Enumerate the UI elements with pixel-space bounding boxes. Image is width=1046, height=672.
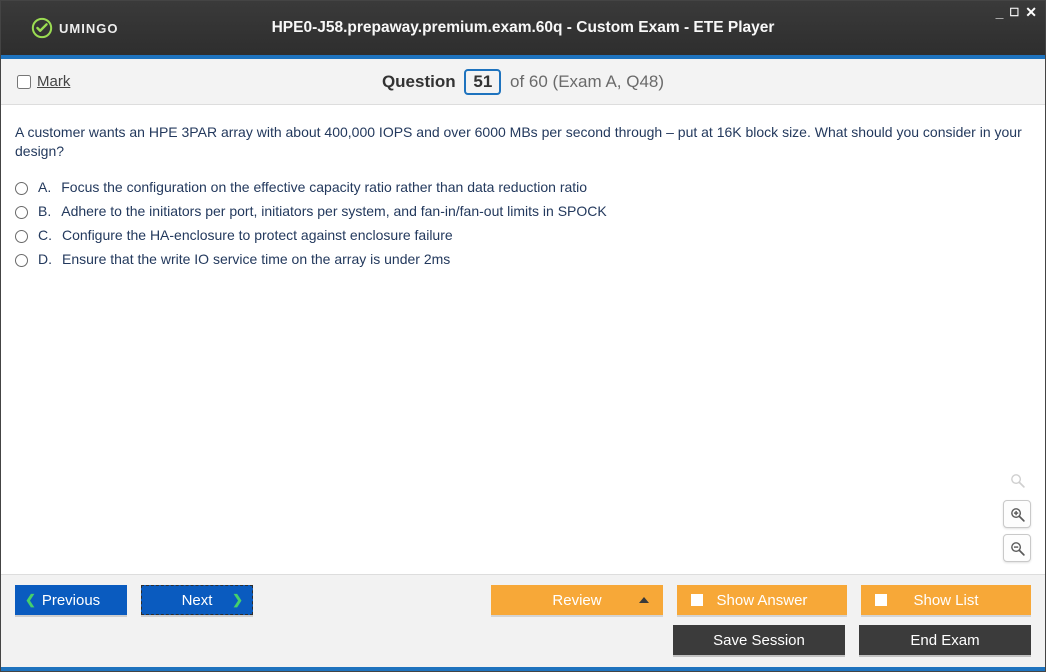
show-list-label: Show List (913, 592, 978, 609)
app-window: UMINGO HPE0-J58.prepaway.premium.exam.60… (0, 0, 1046, 672)
window-title: HPE0-J58.prepaway.premium.exam.60q - Cus… (1, 19, 1045, 37)
maximize-icon[interactable]: ☐ (1009, 6, 1019, 20)
window-controls: _ ☐ ✕ (996, 5, 1037, 19)
question-total: of 60 (Exam A, Q48) (510, 72, 664, 91)
radio-icon[interactable] (15, 206, 28, 219)
title-bar: UMINGO HPE0-J58.prepaway.premium.exam.60… (1, 1, 1045, 55)
previous-label: Previous (42, 592, 100, 609)
logo-text: UMINGO (59, 21, 118, 36)
option-letter: C. (38, 227, 52, 243)
review-button[interactable]: Review (491, 585, 663, 615)
question-content: A customer wants an HPE 3PAR array with … (1, 105, 1045, 574)
chevron-right-icon: ❯ (232, 592, 243, 608)
radio-icon[interactable] (15, 182, 28, 195)
option-text: Focus the configuration on the effective… (61, 179, 587, 195)
question-text: A customer wants an HPE 3PAR array with … (15, 123, 1031, 161)
option-c[interactable]: C. Configure the HA-enclosure to protect… (15, 227, 1031, 243)
mark-label: Mark (37, 73, 70, 90)
footer-bar: ❮ Previous Next ❯ Review Show Answer Sho… (1, 574, 1045, 667)
option-d[interactable]: D. Ensure that the write IO service time… (15, 251, 1031, 267)
previous-button[interactable]: ❮ Previous (15, 585, 127, 615)
mark-checkbox-wrap[interactable]: Mark (17, 73, 70, 90)
logo-check-icon (31, 17, 53, 39)
mark-checkbox[interactable] (17, 75, 31, 89)
triangle-up-icon (639, 597, 649, 603)
save-session-label: Save Session (713, 632, 805, 649)
radio-icon[interactable] (15, 254, 28, 267)
square-icon (875, 594, 887, 606)
square-icon (691, 594, 703, 606)
zoom-out-button[interactable] (1003, 534, 1031, 562)
radio-icon[interactable] (15, 230, 28, 243)
option-letter: D. (38, 251, 52, 267)
footer-row-2: Save Session End Exam (15, 625, 1031, 655)
minimize-icon[interactable]: _ (996, 5, 1004, 19)
option-letter: B. (38, 203, 51, 219)
footer-divider (1, 667, 1045, 671)
option-letter: A. (38, 179, 51, 195)
question-header-bar: Mark Question 51 of 60 (Exam A, Q48) (1, 59, 1045, 105)
end-exam-button[interactable]: End Exam (859, 625, 1031, 655)
question-number-box: 51 (464, 69, 501, 95)
zoom-in-button[interactable] (1003, 500, 1031, 528)
search-icon (1003, 466, 1031, 494)
show-answer-label: Show Answer (717, 592, 808, 609)
next-label: Next (182, 592, 213, 609)
show-list-button[interactable]: Show List (861, 585, 1031, 615)
review-label: Review (552, 592, 601, 609)
option-text: Configure the HA-enclosure to protect ag… (62, 227, 453, 243)
option-text: Adhere to the initiators per port, initi… (61, 203, 606, 219)
chevron-left-icon: ❮ (25, 592, 36, 608)
question-indicator: Question 51 of 60 (Exam A, Q48) (1, 69, 1045, 95)
footer-row-1: ❮ Previous Next ❯ Review Show Answer Sho… (15, 585, 1031, 615)
zoom-controls (1003, 466, 1031, 562)
option-b[interactable]: B. Adhere to the initiators per port, in… (15, 203, 1031, 219)
question-word: Question (382, 72, 456, 91)
end-exam-label: End Exam (910, 632, 979, 649)
option-text: Ensure that the write IO service time on… (62, 251, 450, 267)
show-answer-button[interactable]: Show Answer (677, 585, 847, 615)
option-a[interactable]: A. Focus the configuration on the effect… (15, 179, 1031, 195)
save-session-button[interactable]: Save Session (673, 625, 845, 655)
app-logo: UMINGO (31, 17, 118, 39)
next-button[interactable]: Next ❯ (141, 585, 253, 615)
close-icon[interactable]: ✕ (1025, 5, 1037, 19)
